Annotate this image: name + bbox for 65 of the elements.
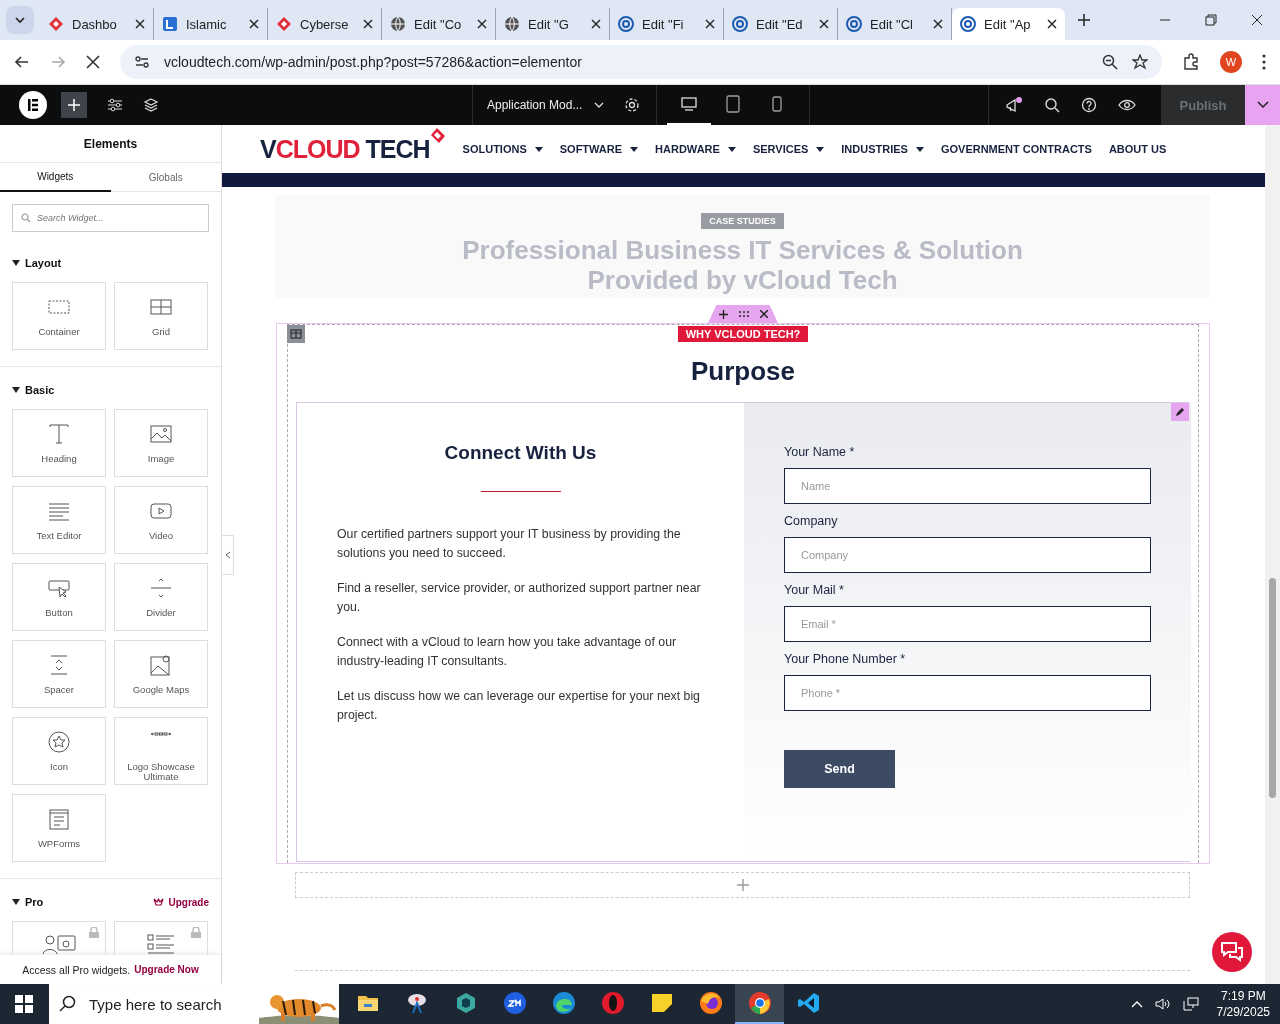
widget-card[interactable]: Container	[12, 282, 106, 350]
tab-title: Cyberse	[300, 16, 350, 32]
field-label: Your Mail *	[784, 582, 845, 598]
category-title[interactable]: Basic	[25, 384, 55, 396]
search-field[interactable]: Search Widget...	[12, 204, 209, 232]
contact-heading: Connect With Us	[443, 441, 598, 465]
paragraph: Let us discuss how we can leverage our expertise for your next big project.	[337, 688, 701, 724]
widget-card[interactable]: Grid	[114, 282, 208, 350]
document-dropdown[interactable]: Application Mod...	[473, 98, 619, 112]
section-tag: WHY VCLOUD TECH?	[677, 326, 809, 342]
panel-title: Elements	[0, 125, 221, 163]
hero-title: Professional Business IT Services & Solution Provided by vCloud Tech	[462, 235, 1023, 295]
nav-link[interactable]: HARDWARE	[655, 143, 736, 155]
nav-link[interactable]: ABOUT US	[1108, 143, 1167, 155]
tab-title: Dashbo	[72, 16, 118, 32]
pro-promo-text: Access all Pro widgets.	[22, 963, 131, 976]
clock-date: 7/29/2025	[1216, 1004, 1270, 1020]
upgrade-now-link[interactable]: Upgrade Now	[134, 964, 199, 975]
category-title[interactable]: Pro	[25, 896, 44, 908]
widget-card[interactable]: Spacer	[12, 640, 106, 708]
widget-card[interactable]: Logo Showcase Ultimate	[114, 717, 208, 785]
widget-card[interactable]: Video	[114, 486, 208, 554]
widget-card[interactable]: Text Editor	[12, 486, 106, 554]
widget-card[interactable]: Divider	[114, 563, 208, 631]
paragraph: Our certified partners support your IT business by providing the solutions you need to succeed.	[337, 526, 682, 562]
field-label: Your Phone Number *	[784, 651, 907, 667]
panel-tab[interactable]: Widgets	[0, 163, 111, 192]
category-title[interactable]: Layout	[25, 257, 62, 269]
widget-card[interactable]: Heading	[12, 409, 106, 477]
tab-title: Edit "Cl	[870, 16, 914, 32]
tab-title: Edit "Fi	[642, 16, 685, 32]
browser-tab[interactable]: Edit "Ap	[952, 8, 1065, 40]
site-logo[interactable]: VCLOUD TECH	[260, 134, 430, 163]
widget-card[interactable]: Image	[114, 409, 208, 477]
nav-link[interactable]: INDUSTRIES	[841, 143, 924, 155]
address-field[interactable]: vcloudtech.com/wp-admin/post.php?post=57286&action=elementor	[120, 45, 1162, 79]
tab-title: Edit "Ed	[756, 16, 804, 32]
panel-tab[interactable]: Globals	[110, 163, 221, 192]
upgrade-link[interactable]: Upgrade	[153, 896, 209, 908]
nav-link[interactable]: GOVERNMENT CONTRACTS	[940, 143, 1092, 155]
input-field[interactable]: Email *	[784, 606, 1151, 642]
nav-link[interactable]: SERVICES	[752, 143, 825, 155]
widget-card[interactable]: Icon	[12, 717, 106, 785]
hero-badge: CASE STUDIES	[701, 213, 784, 229]
widget-card[interactable]: Button	[12, 563, 106, 631]
widget-card[interactable]: Google Maps	[114, 640, 208, 708]
paragraph: Connect with a vCloud to learn how you take advantage of our industry-leading IT consultants.	[337, 634, 678, 670]
widget-card[interactable]: WPForms	[12, 794, 106, 862]
profile-avatar[interactable]: W	[1220, 51, 1242, 73]
nav-link[interactable]: SOLUTIONS	[462, 143, 543, 155]
send-button[interactable]: Send	[784, 750, 895, 788]
taskbar-search-field[interactable]: Type here to search	[49, 984, 259, 1024]
section-heading: Purpose	[691, 356, 795, 386]
tab-title: Islamic	[186, 16, 228, 32]
paragraph: Find a reseller, service provider, or authorized support partner near you.	[337, 580, 702, 616]
tab-title: Edit "Co	[414, 16, 463, 32]
input-field[interactable]: Phone *	[784, 675, 1151, 711]
nav-link[interactable]: SOFTWARE	[559, 143, 639, 155]
input-field[interactable]: Name	[784, 468, 1151, 504]
field-label: Your Name *	[784, 444, 856, 460]
clock-time: 7:19 PM	[1220, 988, 1266, 1004]
field-label: Company	[784, 513, 839, 529]
input-field[interactable]: Company	[784, 537, 1151, 573]
tab-title: Edit "Ap	[984, 16, 1032, 32]
tab-title: Edit "G	[528, 16, 570, 32]
